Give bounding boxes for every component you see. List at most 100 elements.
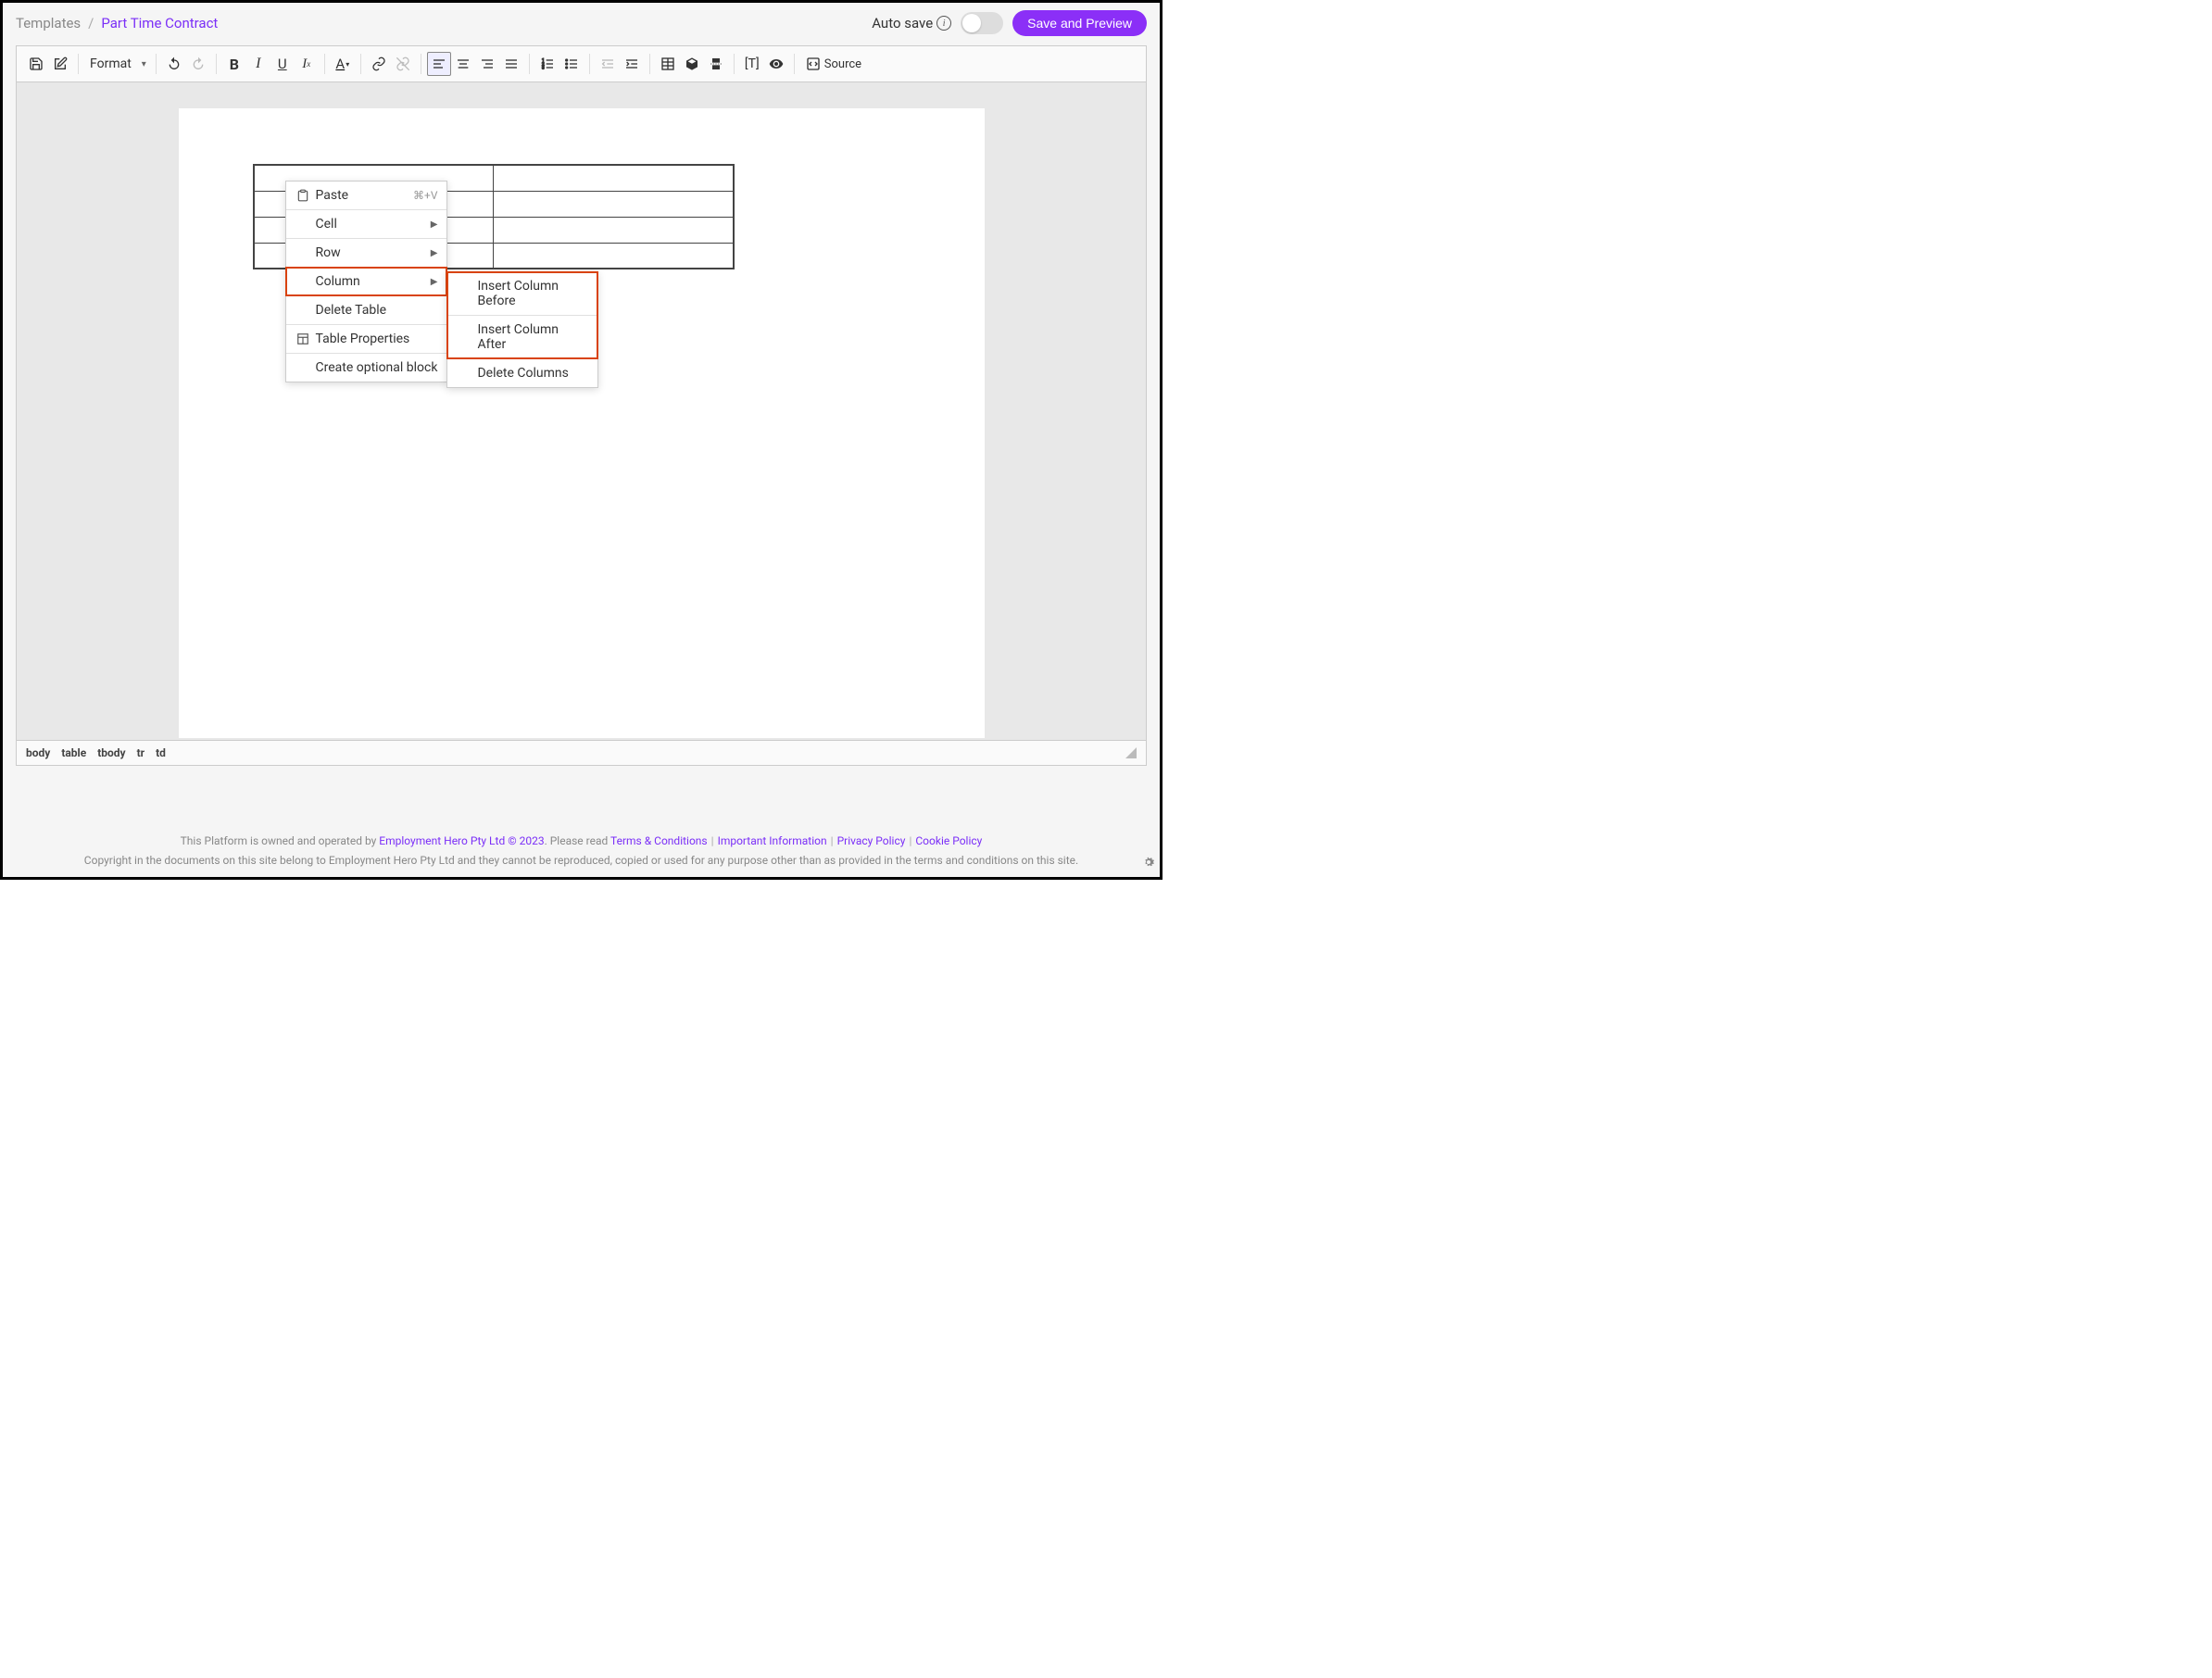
align-center-icon[interactable] xyxy=(451,52,475,76)
autosave-toggle[interactable] xyxy=(961,12,1003,34)
chevron-right-icon: ▶ xyxy=(431,277,438,287)
source-button[interactable]: Source xyxy=(800,53,867,75)
unordered-list-icon[interactable] xyxy=(559,52,584,76)
align-left-icon[interactable] xyxy=(427,52,451,76)
footer-separator: | xyxy=(711,834,714,847)
source-icon xyxy=(806,56,821,71)
underline-icon[interactable]: U xyxy=(270,52,295,76)
ctx-delete-table-label: Delete Table xyxy=(316,303,438,318)
format-label: Format xyxy=(84,53,150,75)
text-tool-icon[interactable]: [T] xyxy=(740,52,764,76)
ctx-insert-before-label: Insert Column Before xyxy=(477,279,588,308)
undo-icon[interactable] xyxy=(162,52,186,76)
table-cell[interactable] xyxy=(494,191,734,217)
table-cell[interactable] xyxy=(494,165,734,191)
link-icon[interactable] xyxy=(367,52,391,76)
page-break-icon[interactable] xyxy=(704,52,728,76)
footer-privacy-link[interactable]: Privacy Policy xyxy=(837,834,906,847)
ctx-paste-shortcut: ⌘+V xyxy=(413,189,437,202)
ctx-delete-columns[interactable]: Delete Columns xyxy=(447,359,597,387)
ctx-paste[interactable]: Paste ⌘+V xyxy=(286,182,447,209)
align-justify-icon[interactable] xyxy=(499,52,523,76)
ctx-paste-label: Paste xyxy=(316,188,414,203)
ctx-delete-table[interactable]: Delete Table xyxy=(286,296,447,324)
ctx-table-properties-label: Table Properties xyxy=(316,332,438,346)
italic-icon[interactable]: I xyxy=(246,52,270,76)
save-preview-button[interactable]: Save and Preview xyxy=(1012,10,1147,36)
preview-icon[interactable] xyxy=(764,52,788,76)
new-document-icon[interactable] xyxy=(48,52,72,76)
table-icon[interactable] xyxy=(656,52,680,76)
toolbar-separator xyxy=(324,54,325,74)
breadcrumb-current: Part Time Contract xyxy=(101,15,218,31)
ordered-list-icon[interactable]: 123 xyxy=(535,52,559,76)
toolbar-separator xyxy=(734,54,735,74)
breadcrumb-root[interactable]: Templates xyxy=(16,15,81,31)
source-label: Source xyxy=(824,57,861,71)
toolbar-separator xyxy=(649,54,650,74)
header-bar: Templates / Part Time Contract Auto save… xyxy=(3,3,1160,45)
status-bar: body table tbody tr td xyxy=(17,740,1146,765)
toolbar-separator xyxy=(216,54,217,74)
toolbar-separator xyxy=(529,54,530,74)
ctx-cell-label: Cell xyxy=(316,217,423,232)
footer-text: . Please read xyxy=(545,834,610,847)
footer-terms-link[interactable]: Terms & Conditions xyxy=(610,834,708,847)
align-right-icon[interactable] xyxy=(475,52,499,76)
cube-icon[interactable] xyxy=(680,52,704,76)
autosave-label: Auto save i xyxy=(872,15,951,31)
footer-cookie-link[interactable]: Cookie Policy xyxy=(915,834,982,847)
gear-icon[interactable] xyxy=(1141,855,1156,873)
path-segment[interactable]: body xyxy=(26,746,50,759)
editor-toolbar: Format ▾ B I U Ix A▾ 123 xyxy=(17,46,1146,82)
redo-icon xyxy=(186,52,210,76)
ctx-cell[interactable]: Cell ▶ xyxy=(286,210,447,238)
format-dropdown[interactable]: Format ▾ xyxy=(84,53,150,75)
ctx-create-optional-label: Create optional block xyxy=(316,360,438,375)
indent-icon[interactable] xyxy=(620,52,644,76)
ctx-row-label: Row xyxy=(316,245,423,260)
bold-icon[interactable]: B xyxy=(222,52,246,76)
path-segment[interactable]: td xyxy=(156,746,166,759)
toolbar-separator xyxy=(360,54,361,74)
clear-format-icon[interactable]: Ix xyxy=(295,52,319,76)
resize-handle[interactable] xyxy=(1125,747,1137,758)
unlink-icon xyxy=(391,52,415,76)
ctx-insert-after-label: Insert Column After xyxy=(477,322,588,352)
element-path: body table tbody tr td xyxy=(26,746,166,759)
ctx-column[interactable]: Column ▶ xyxy=(286,268,447,295)
ctx-table-properties[interactable]: Table Properties xyxy=(286,325,447,353)
breadcrumb: Templates / Part Time Contract xyxy=(16,15,218,31)
path-segment[interactable]: tr xyxy=(137,746,145,759)
table-cell[interactable] xyxy=(494,243,734,269)
autosave-text: Auto save xyxy=(872,15,933,31)
footer: This Platform is owned and operated by E… xyxy=(16,832,1147,871)
context-menu: Paste ⌘+V Cell ▶ Row ▶ xyxy=(285,181,448,382)
editor-canvas[interactable]: Paste ⌘+V Cell ▶ Row ▶ xyxy=(17,82,1146,740)
column-submenu: Insert Column Before Insert Column After xyxy=(446,271,598,388)
footer-important-link[interactable]: Important Information xyxy=(718,834,827,847)
path-segment[interactable]: table xyxy=(61,746,86,759)
footer-line-1: This Platform is owned and operated by E… xyxy=(16,832,1147,852)
table-properties-icon xyxy=(294,332,312,345)
ctx-create-optional[interactable]: Create optional block xyxy=(286,354,447,382)
ctx-row[interactable]: Row ▶ xyxy=(286,239,447,267)
paste-icon xyxy=(294,189,312,202)
footer-company-link[interactable]: Employment Hero Pty Ltd © 2023 xyxy=(379,834,544,847)
ctx-insert-col-after[interactable]: Insert Column After xyxy=(447,316,597,358)
path-segment[interactable]: tbody xyxy=(97,746,125,759)
toolbar-separator xyxy=(156,54,157,74)
document-page[interactable]: Paste ⌘+V Cell ▶ Row ▶ xyxy=(179,108,985,738)
editor-container: Format ▾ B I U Ix A▾ 123 xyxy=(16,45,1147,766)
footer-line-2: Copyright in the documents on this site … xyxy=(16,851,1147,871)
info-icon[interactable]: i xyxy=(936,16,951,31)
ctx-insert-col-before[interactable]: Insert Column Before xyxy=(447,272,597,315)
toolbar-separator xyxy=(589,54,590,74)
footer-separator: | xyxy=(831,834,834,847)
text-color-icon[interactable]: A▾ xyxy=(331,52,355,76)
save-icon[interactable] xyxy=(24,52,48,76)
table-cell[interactable] xyxy=(494,217,734,243)
ctx-delete-cols-label: Delete Columns xyxy=(477,366,588,381)
toggle-knob xyxy=(962,14,981,32)
toolbar-separator xyxy=(78,54,79,74)
